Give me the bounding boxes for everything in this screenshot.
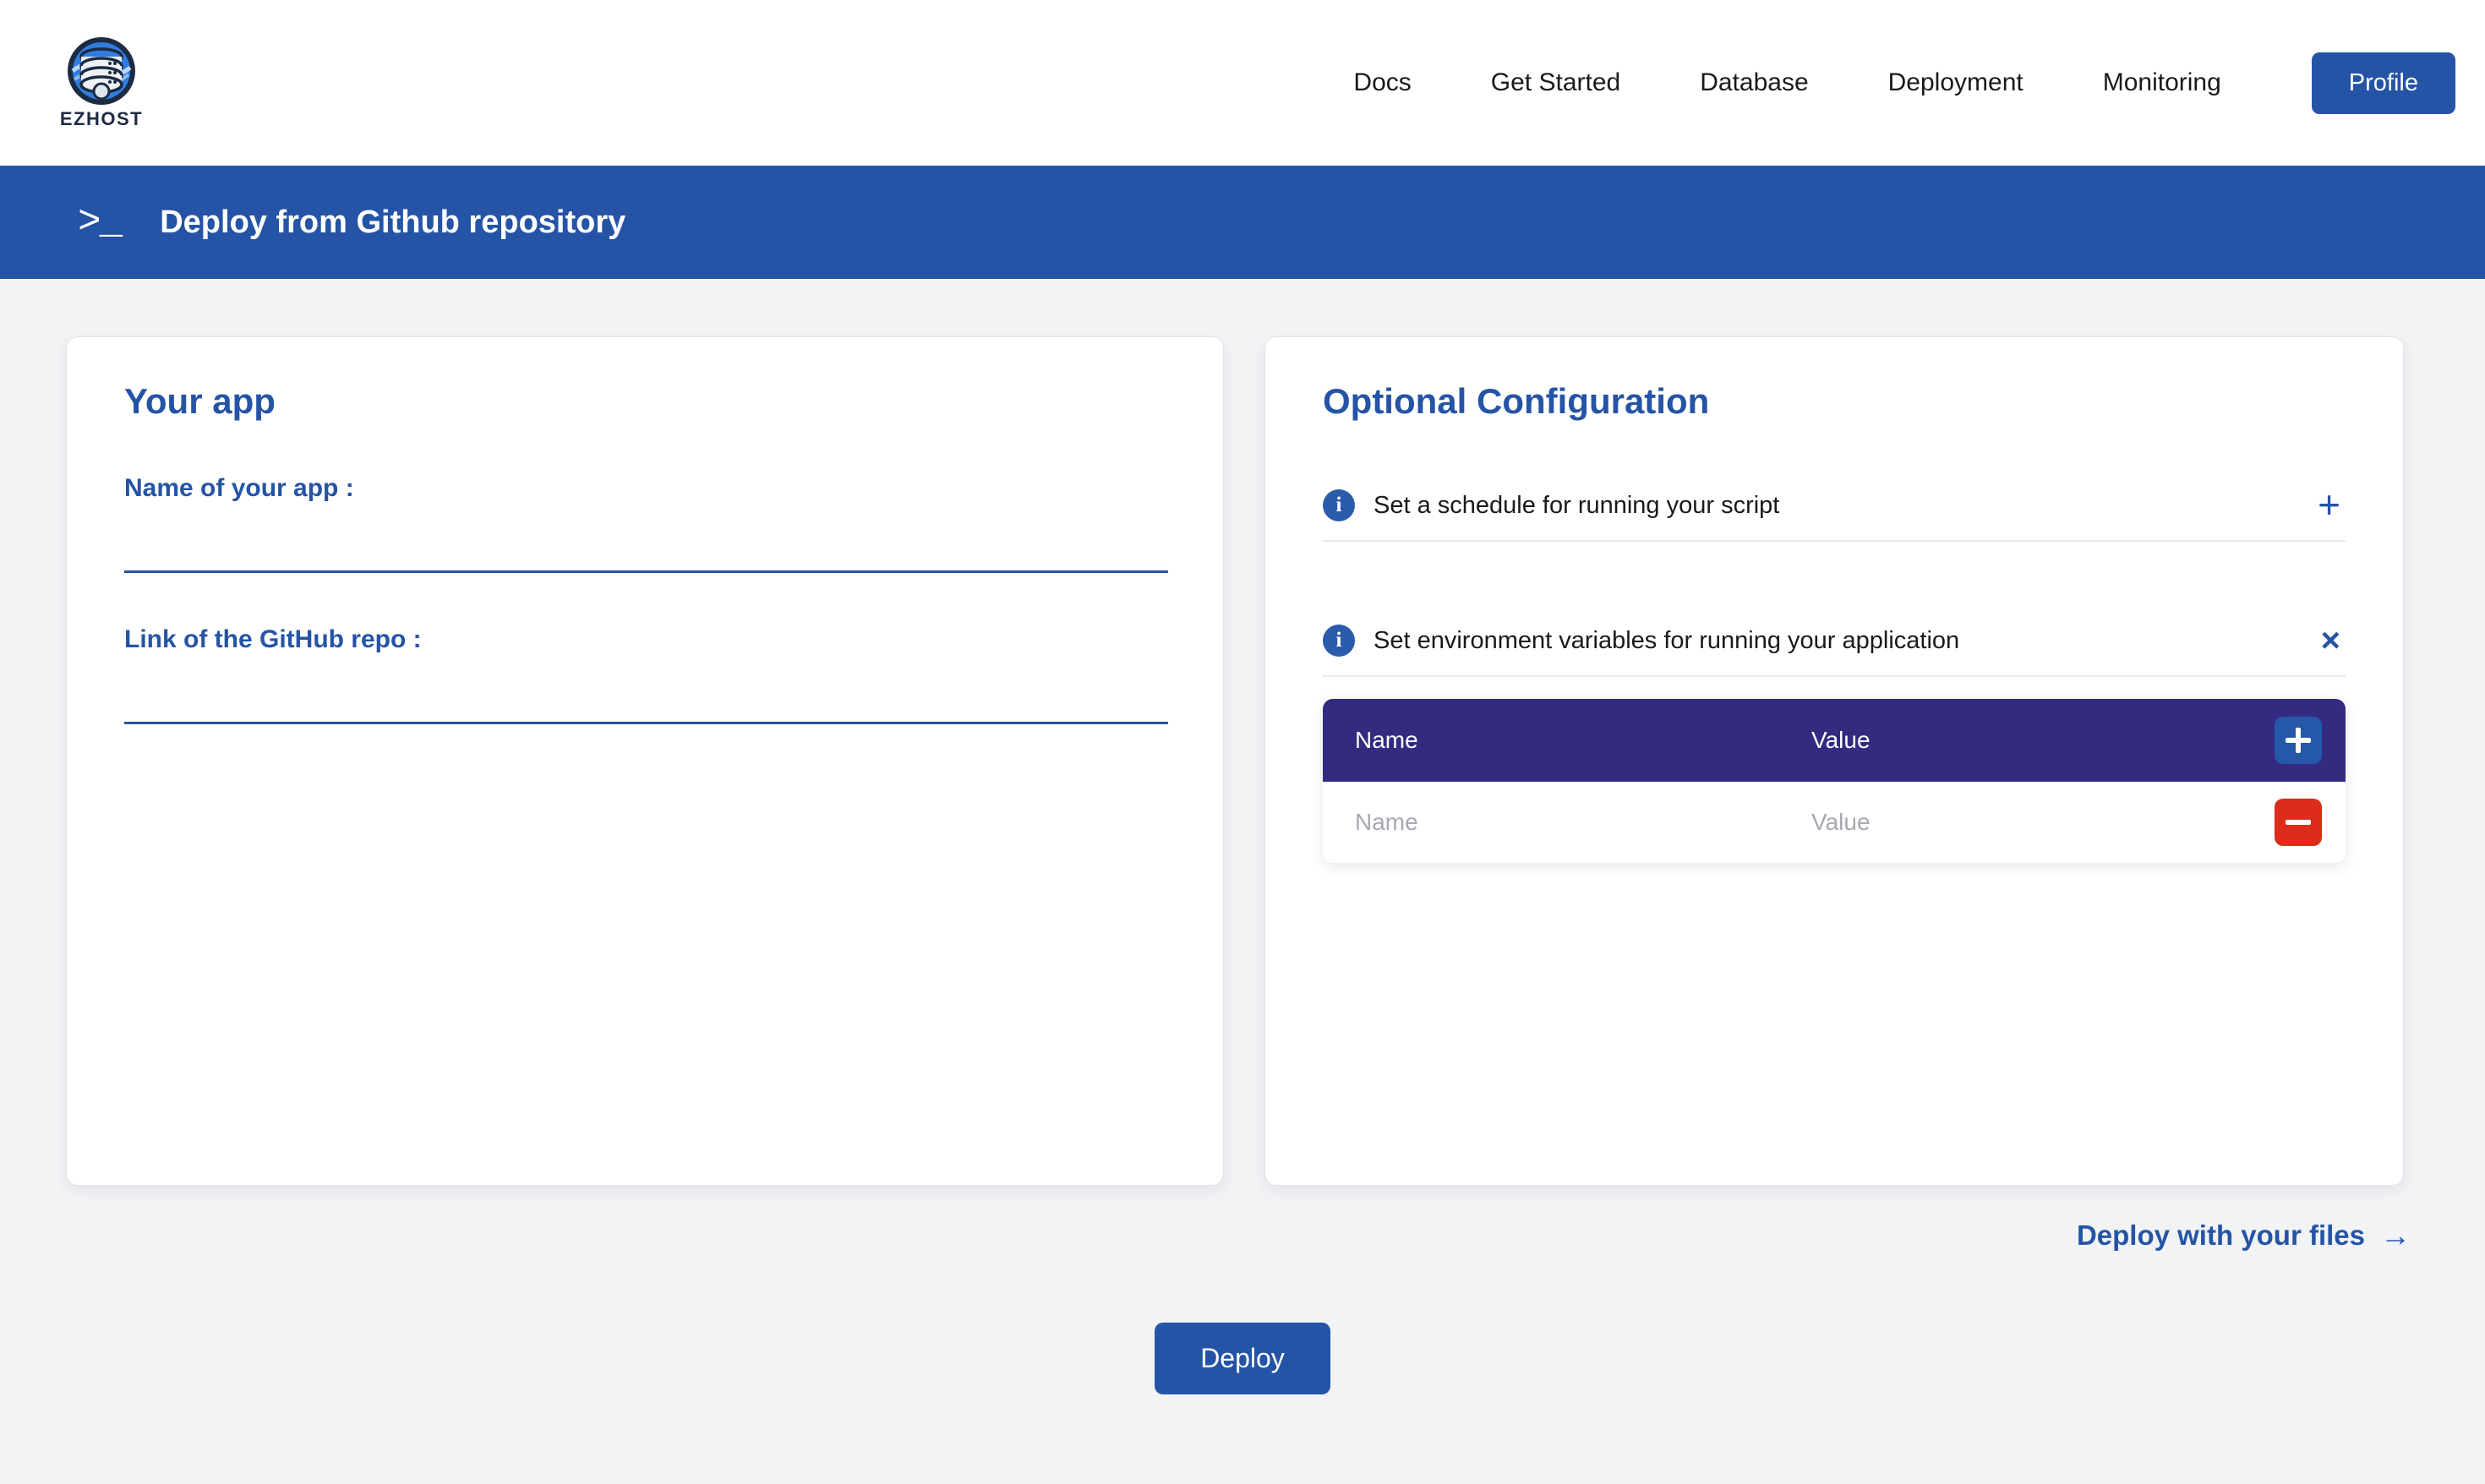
close-icon-env-vars-toggle[interactable]: ×	[2316, 624, 2346, 657]
table-row	[1323, 782, 2346, 863]
optional-configuration-card: Optional Configuration i Set a schedule …	[1264, 336, 2404, 1186]
option-row-schedule: i Set a schedule for running your script…	[1323, 476, 2346, 542]
app-name-label: Name of your app :	[124, 474, 354, 502]
env-column-header-name: Name	[1355, 727, 1418, 753]
nav-link-deployment[interactable]: Deployment	[1849, 68, 2063, 97]
nav-link-get-started[interactable]: Get Started	[1451, 68, 1660, 97]
main-content: Your app Name of your app : Link of the …	[0, 279, 2485, 1394]
nav-link-database[interactable]: Database	[1660, 68, 1848, 97]
brand-logo[interactable]: EZHOST	[46, 35, 156, 130]
app-name-input[interactable]	[124, 510, 1168, 573]
nav-link-monitoring[interactable]: Monitoring	[2063, 68, 2261, 97]
env-name-cell	[1355, 809, 1811, 836]
profile-button[interactable]: Profile	[2311, 52, 2455, 114]
database-globe-logo-icon	[66, 35, 137, 106]
terminal-prompt-icon: >_	[78, 200, 123, 244]
nav-link-docs[interactable]: Docs	[1314, 68, 1450, 97]
brand-name: EZHOST	[59, 108, 144, 129]
primary-nav: Docs Get Started Database Deployment Mon…	[1314, 52, 2455, 114]
remove-env-variable-button[interactable]	[2275, 799, 2322, 846]
page-title: Deploy from Github repository	[160, 204, 626, 240]
arrow-right-icon: →	[2380, 1218, 2411, 1252]
option-label-env-vars: Set environment variables for running yo…	[1374, 626, 1960, 654]
env-value-cell	[1811, 809, 2275, 836]
info-icon: i	[1323, 625, 1355, 657]
env-column-header-value: Value	[1811, 727, 1871, 753]
env-value-input[interactable]	[1811, 809, 2275, 836]
optional-configuration-title: Optional Configuration	[1323, 381, 1710, 421]
files-link-row: Deploy with your files →	[0, 1186, 2485, 1252]
option-row-env-vars: i Set environment variables for running …	[1323, 611, 2346, 677]
github-repo-input[interactable]	[124, 661, 1168, 724]
minus-icon	[2286, 810, 2311, 835]
option-label-schedule: Set a schedule for running your script	[1374, 491, 1780, 519]
github-repo-field-group: Link of the GitHub repo :	[124, 625, 1168, 724]
env-table-header: Name Value	[1323, 699, 2346, 782]
plus-icon	[2286, 728, 2311, 753]
info-icon: i	[1323, 489, 1355, 521]
github-repo-label: Link of the GitHub repo :	[124, 625, 422, 653]
deploy-with-files-link[interactable]: Deploy with your files →	[2077, 1219, 2411, 1252]
env-name-input[interactable]	[1355, 809, 1811, 836]
your-app-card: Your app Name of your app : Link of the …	[66, 336, 1224, 1186]
deploy-button[interactable]: Deploy	[1155, 1323, 1330, 1394]
top-navigation-bar: EZHOST Docs Get Started Database Deploym…	[0, 0, 2485, 166]
env-variables-table: Name Value	[1323, 699, 2346, 863]
app-name-field-group: Name of your app :	[124, 474, 1168, 573]
page-banner: >_ Deploy from Github repository	[0, 166, 2485, 279]
deploy-row: Deploy	[0, 1323, 2485, 1394]
plus-icon-schedule-toggle[interactable]: +	[2313, 486, 2346, 524]
your-app-title: Your app	[124, 381, 276, 421]
add-env-variable-button[interactable]	[2275, 717, 2322, 764]
deploy-with-files-label: Deploy with your files	[2076, 1219, 2365, 1251]
